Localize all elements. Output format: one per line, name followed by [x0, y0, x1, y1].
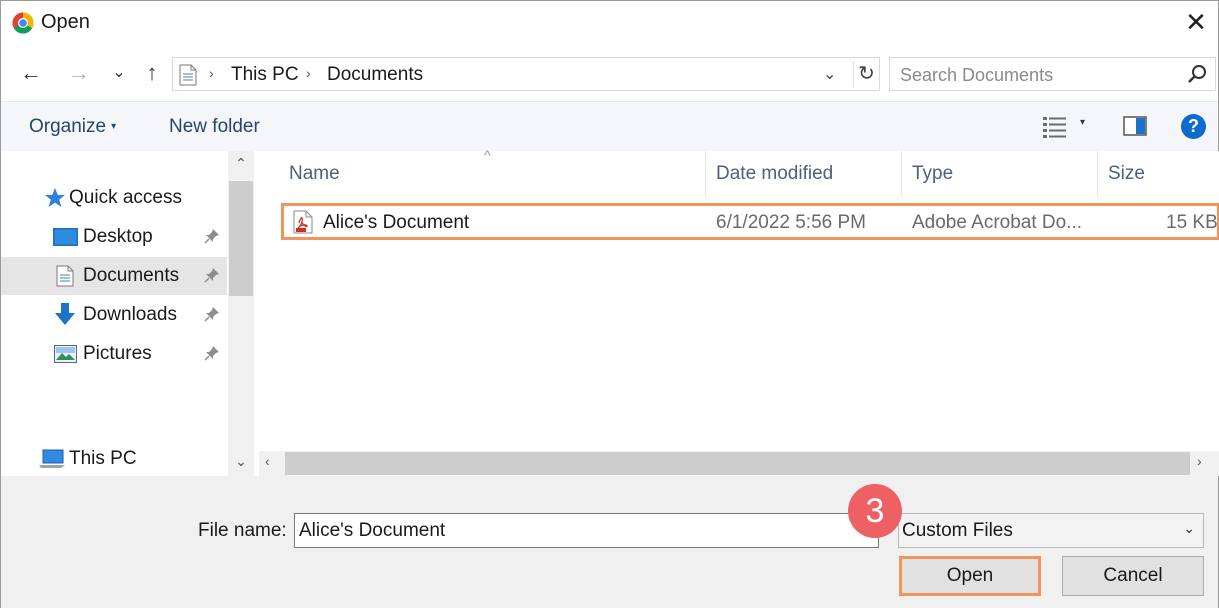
dialog-footer: File name: Custom Files ⌄ Open Cancel: [1, 476, 1218, 608]
downloads-icon: [55, 303, 75, 325]
file-name-field[interactable]: [294, 513, 879, 548]
sidebar-item-downloads[interactable]: Downloads: [1, 296, 227, 334]
scrollbar-thumb[interactable]: [229, 181, 253, 296]
horizontal-scrollbar[interactable]: ‹ ›: [259, 451, 1219, 476]
scroll-down-icon[interactable]: ⌄: [228, 453, 254, 470]
pin-icon: [204, 345, 220, 366]
title-bar: Open ✕: [1, 1, 1218, 45]
open-file-dialog: Open ✕ ← → ⌄ ↑ › This PC › Documents ⌄ ↻…: [0, 0, 1219, 608]
column-header-name[interactable]: Name: [279, 151, 706, 197]
open-button[interactable]: Open: [899, 556, 1041, 596]
sidebar-item-label: Desktop: [83, 226, 153, 247]
chrome-icon: [12, 12, 34, 34]
breadcrumb-this-pc[interactable]: This PC: [231, 64, 299, 86]
sidebar-item-quick-access[interactable]: Quick access: [1, 179, 227, 217]
column-header-type[interactable]: Type: [902, 151, 1098, 197]
breadcrumb-documents[interactable]: Documents: [327, 64, 423, 86]
sidebar-item-label: Downloads: [83, 304, 177, 325]
column-header-label: Size: [1108, 163, 1145, 184]
pin-icon: [204, 267, 220, 288]
file-type-select[interactable]: Custom Files ⌄: [898, 513, 1204, 548]
preview-pane-icon[interactable]: [1123, 116, 1147, 136]
computer-icon: [39, 449, 65, 468]
command-bar: Organize ▾ New folder ▾ ?: [1, 101, 1218, 151]
organize-button[interactable]: Organize ▾: [29, 116, 116, 138]
address-bar[interactable]: › This PC › Documents ⌄ ↻: [172, 57, 880, 91]
step-number-badge: 3: [848, 484, 902, 538]
search-input[interactable]: Search Documents: [889, 57, 1216, 91]
sidebar-item-label: Pictures: [83, 343, 152, 364]
organize-label: Organize: [29, 116, 107, 137]
scroll-right-icon[interactable]: ›: [1197, 453, 1202, 469]
column-header-date-modified[interactable]: Date modified: [706, 151, 902, 197]
documents-icon: [56, 265, 74, 287]
sidebar-item-label: Documents: [83, 265, 180, 286]
type-cell: Adobe Acrobat Do...: [912, 212, 1083, 233]
desktop-icon: [53, 228, 78, 246]
scroll-up-icon[interactable]: ⌃: [228, 155, 254, 172]
column-header-label: Name: [289, 163, 340, 184]
recent-locations-button[interactable]: ⌄: [105, 59, 133, 87]
column-header-size[interactable]: Size: [1098, 151, 1219, 197]
forward-button[interactable]: →: [65, 59, 93, 87]
scroll-left-icon[interactable]: ‹: [265, 453, 270, 469]
help-icon[interactable]: ?: [1181, 114, 1206, 139]
sidebar-item-label: Quick access: [69, 187, 182, 208]
sidebar-item-desktop[interactable]: Desktop: [1, 218, 227, 256]
close-button[interactable]: ✕: [1180, 7, 1212, 39]
scrollbar-thumb[interactable]: [285, 452, 1190, 475]
column-header-label: Date modified: [716, 163, 834, 184]
file-name-label: File name:: [198, 520, 287, 541]
date-modified-cell: 6/1/2022 5:56 PM: [716, 212, 866, 233]
pin-icon: [204, 306, 220, 327]
size-cell: 15 KB: [1166, 212, 1218, 233]
column-header-label: Type: [912, 163, 954, 184]
dialog-title: Open: [41, 11, 90, 33]
pin-icon: [204, 228, 220, 249]
refresh-icon[interactable]: ↻: [853, 61, 879, 87]
file-name-cell: Alice's Document: [323, 212, 470, 233]
pictures-icon: [54, 345, 77, 363]
view-dropdown-icon[interactable]: ▾: [1080, 117, 1085, 128]
table-row[interactable]: Alice's Document 6/1/2022 5:56 PM Adobe …: [281, 203, 1219, 240]
sidebar-item-documents[interactable]: Documents: [1, 257, 227, 295]
chevron-down-icon[interactable]: ⌄: [823, 64, 836, 84]
search-placeholder: Search Documents: [900, 65, 1054, 85]
breadcrumb-separator: ›: [306, 65, 311, 81]
up-button[interactable]: ↑: [138, 59, 166, 87]
pdf-icon: [293, 210, 313, 234]
document-icon: [179, 64, 197, 86]
sidebar-item-pictures[interactable]: Pictures: [1, 335, 227, 373]
chevron-down-icon: ⌄: [1183, 520, 1195, 536]
navigation-pane: Quick access Desktop Documents Downloads…: [1, 151, 259, 476]
sidebar-scrollbar[interactable]: ⌃ ⌄: [228, 151, 254, 476]
caret-down-icon: ▾: [111, 121, 117, 132]
search-icon: [1188, 65, 1206, 83]
new-folder-button[interactable]: New folder: [169, 116, 260, 138]
breadcrumb-separator: ›: [209, 65, 214, 81]
file-list: ^ Name Date modified Type Size Alice's D…: [259, 147, 1219, 476]
sidebar-item-this-pc[interactable]: This PC: [1, 440, 227, 478]
sidebar-item-label: This PC: [69, 448, 137, 469]
back-button[interactable]: ←: [17, 59, 45, 87]
star-icon: [45, 188, 65, 207]
cancel-button[interactable]: Cancel: [1062, 556, 1204, 596]
file-type-value: Custom Files: [902, 520, 1013, 541]
address-row: ← → ⌄ ↑ › This PC › Documents ⌄ ↻ Search…: [1, 53, 1218, 95]
view-options-icon[interactable]: [1043, 116, 1067, 138]
